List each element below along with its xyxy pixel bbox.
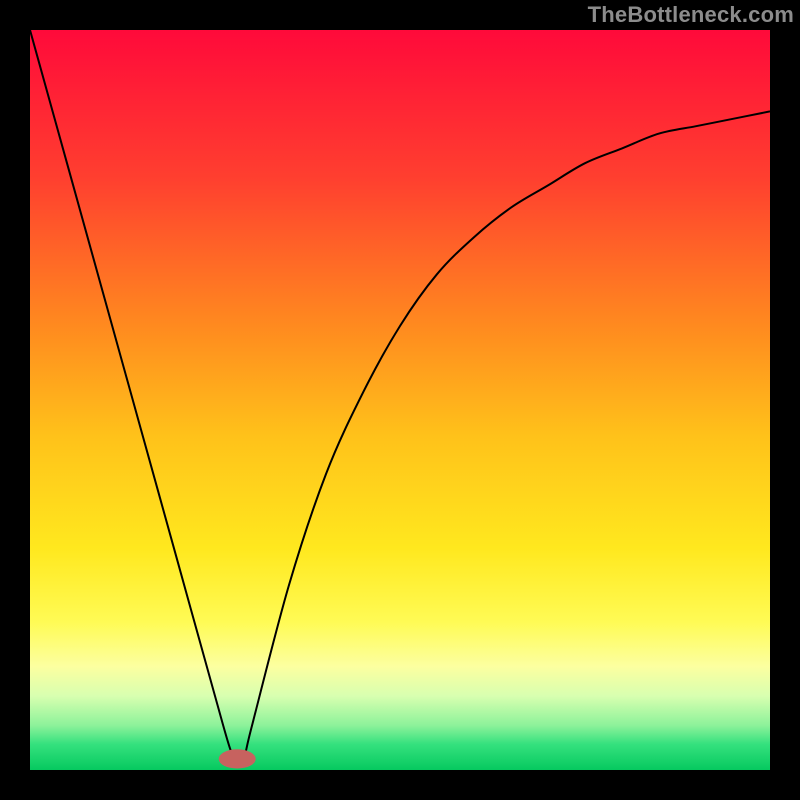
bottleneck-chart [30,30,770,770]
min-marker [219,749,256,768]
watermark-text: TheBottleneck.com [588,2,794,28]
chart-frame: TheBottleneck.com [0,0,800,800]
chart-background [30,30,770,770]
